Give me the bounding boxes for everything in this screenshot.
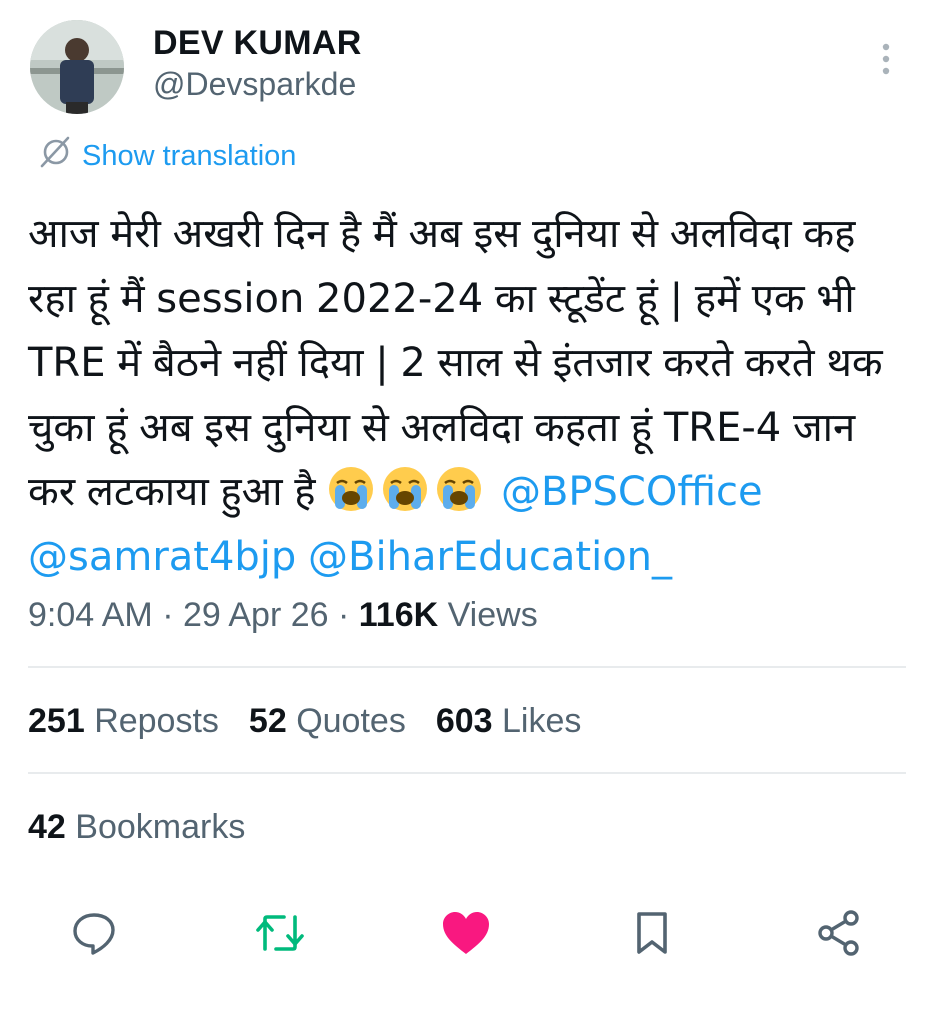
divider	[28, 666, 906, 668]
likes-count: 603	[435, 702, 493, 740]
show-translation-link[interactable]: Show translation	[38, 135, 297, 177]
author-handle[interactable]: @Devsparkde	[153, 66, 356, 103]
quotes-count: 52	[248, 702, 287, 740]
reply-button[interactable]	[69, 910, 119, 960]
bookmark-button[interactable]	[627, 910, 677, 960]
quotes-label: Quotes	[296, 702, 406, 740]
likes-stat[interactable]: 603 Likes	[436, 702, 582, 740]
bookmarks-count: 42	[28, 808, 66, 846]
author-name[interactable]: DEV KUMAR	[153, 24, 362, 63]
meta-separator: ·	[152, 596, 183, 634]
loudly-crying-face-icon	[435, 465, 483, 513]
reposts-count: 251	[28, 702, 85, 740]
tweet-date[interactable]: 29 Apr 26	[183, 596, 329, 634]
views-count: 116K	[358, 596, 439, 634]
repost-icon	[254, 909, 306, 962]
like-button[interactable]	[441, 910, 491, 960]
likes-label: Likes	[502, 702, 582, 740]
mention-samrat-link[interactable]: @samrat4bjp	[28, 534, 296, 580]
translate-icon	[38, 135, 82, 177]
repost-button[interactable]	[255, 910, 305, 960]
bookmark-icon	[632, 909, 672, 962]
bookmarks-stat[interactable]: 42 Bookmarks	[28, 808, 245, 847]
reply-icon	[70, 909, 118, 962]
tweet-text: आज मेरी अखरी दिन है मैं अब इस दुनिया से …	[28, 202, 908, 589]
tweet-meta: 9:04 AM · 29 Apr 26 · 116K Views	[28, 596, 538, 635]
mention-bpsc-link[interactable]: @BPSCOffice	[501, 469, 763, 515]
mention-bihar-education-link[interactable]: @BiharEducation_	[308, 534, 672, 580]
show-translation-label: Show translation	[82, 139, 297, 172]
loudly-crying-face-icon	[381, 465, 429, 513]
quotes-stat[interactable]: 52 Quotes	[249, 702, 406, 740]
reposts-label: Reposts	[94, 702, 219, 740]
divider	[28, 772, 906, 774]
meta-separator: ·	[328, 596, 359, 634]
heart-icon	[441, 910, 491, 961]
views-label: Views	[447, 596, 538, 634]
bookmarks-label: Bookmarks	[75, 808, 246, 846]
loudly-crying-face-icon	[327, 465, 375, 513]
more-options-icon[interactable]	[874, 42, 898, 76]
reposts-stat[interactable]: 251 Reposts	[28, 702, 219, 740]
share-icon	[815, 909, 863, 962]
avatar[interactable]	[30, 20, 124, 114]
share-button[interactable]	[814, 909, 864, 962]
engagement-stats: 251 Reposts 52 Quotes 603 Likes	[28, 702, 611, 741]
tweet-time[interactable]: 9:04 AM	[28, 596, 153, 634]
